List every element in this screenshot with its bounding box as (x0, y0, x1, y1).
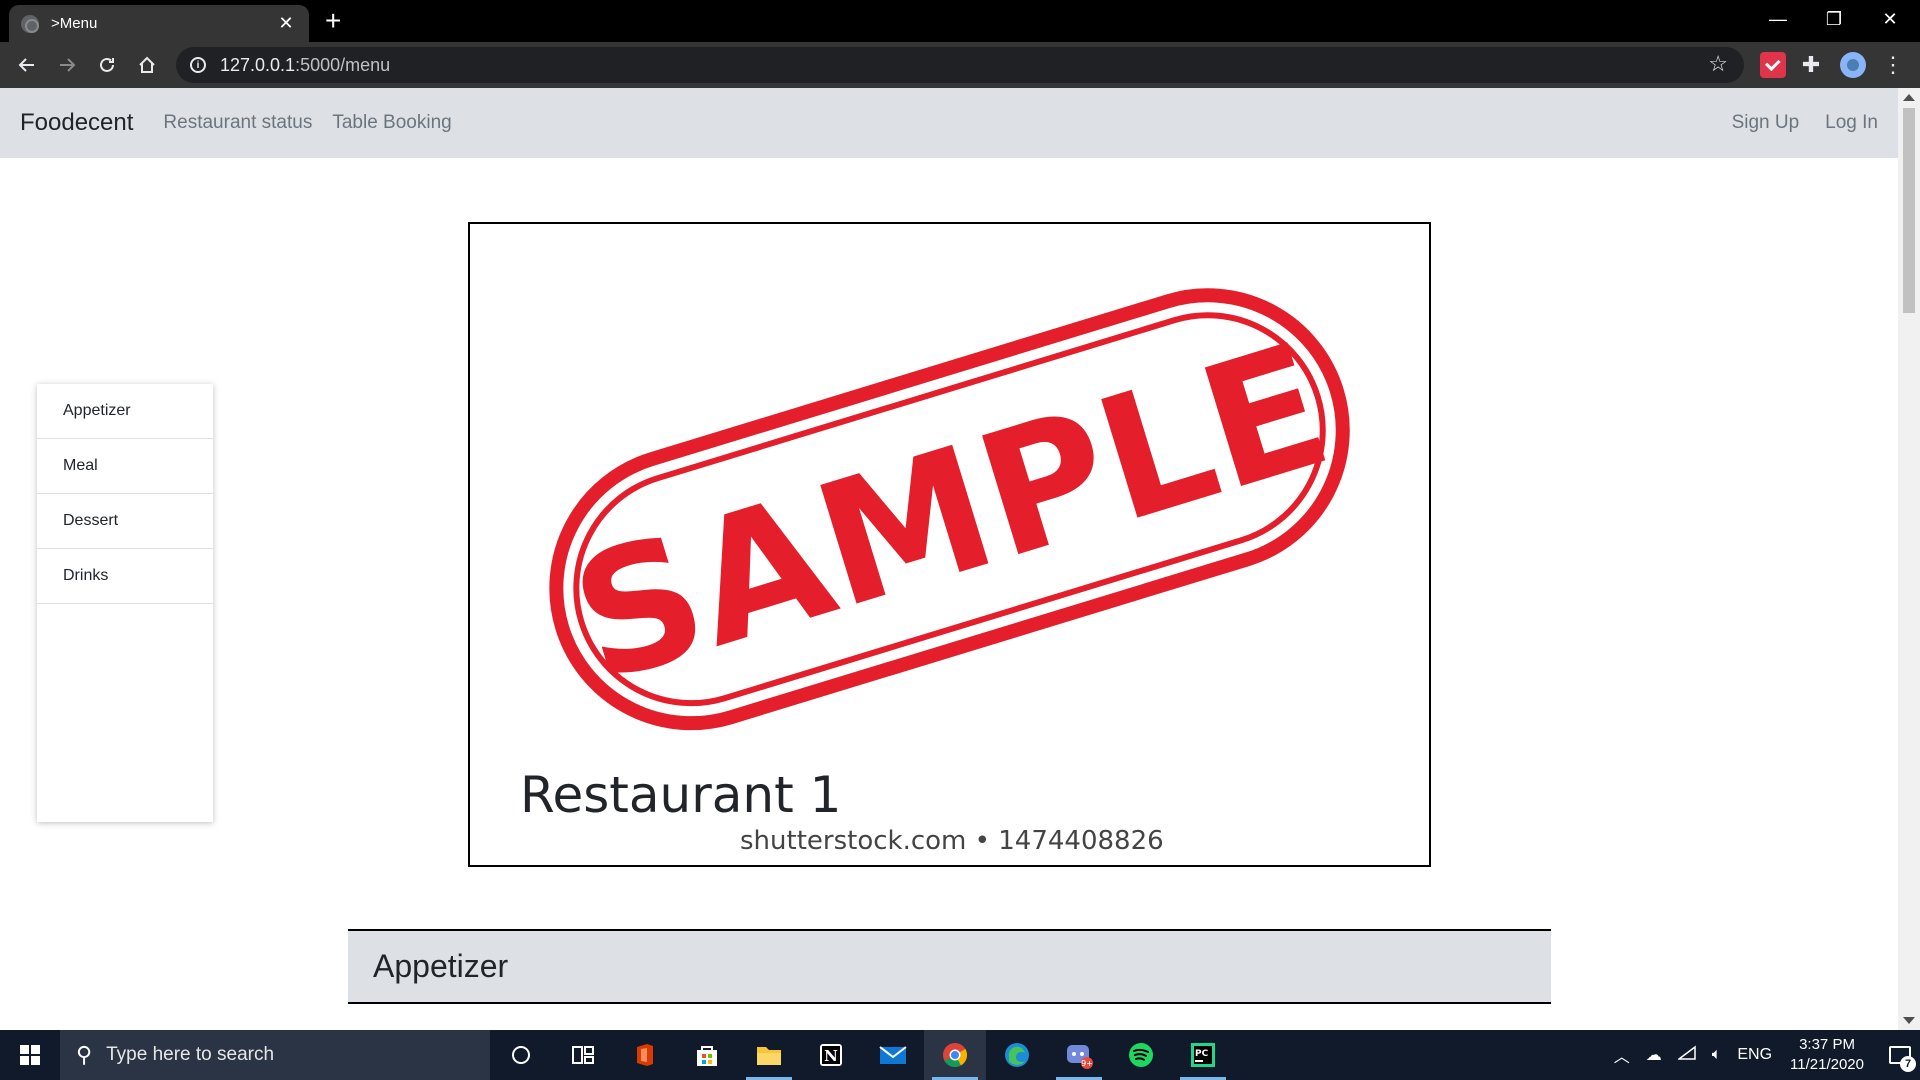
nav-auth-links: Sign Up Log In (1706, 112, 1878, 134)
scroll-up-icon[interactable] (1903, 94, 1915, 101)
language-indicator[interactable]: ENG (1737, 1046, 1772, 1064)
nav-table-booking[interactable]: Table Booking (332, 112, 451, 134)
windows-taskbar: ⚲ Type here to search N 9+ PC ︿ ☁ 🔈︎ ENG… (0, 1030, 1920, 1080)
spotify-icon[interactable] (1110, 1030, 1172, 1080)
windows-logo-icon (20, 1045, 40, 1065)
sidebar-item-meal[interactable]: Meal (37, 439, 213, 494)
onedrive-icon[interactable]: ☁ (1646, 1045, 1662, 1065)
chrome-icon[interactable] (924, 1030, 986, 1080)
globe-icon (21, 14, 39, 33)
search-icon: ⚲ (76, 1042, 93, 1067)
file-explorer-icon[interactable] (738, 1030, 800, 1080)
sample-stamp-image: SAMPLE (549, 288, 1350, 731)
clock[interactable]: 3:37 PM 11/21/2020 (1790, 1035, 1864, 1075)
discord-icon[interactable]: 9+ (1048, 1030, 1110, 1080)
close-window-button[interactable]: ✕ (1862, 0, 1918, 38)
page-scrollbar[interactable] (1898, 88, 1920, 1030)
notion-icon[interactable]: N (800, 1030, 862, 1080)
taskbar-search[interactable]: ⚲ Type here to search (60, 1030, 490, 1080)
menu-icon[interactable]: ⋮ (1880, 52, 1906, 78)
home-icon[interactable] (132, 50, 162, 80)
restore-button[interactable]: ❐ (1806, 0, 1862, 38)
restaurant-title: Restaurant 1 (520, 766, 842, 824)
tab-close-icon[interactable]: ✕ (275, 13, 297, 34)
new-tab-button[interactable]: + (325, 6, 341, 36)
restaurant-card: SAMPLE Restaurant 1 shutterstock.com • 1… (468, 222, 1431, 867)
puzzle-icon[interactable]: ✚ (1798, 52, 1824, 78)
appetizer-section-header: Appetizer (348, 929, 1551, 1004)
clock-date: 11/21/2020 (1790, 1056, 1864, 1073)
scroll-thumb[interactable] (1903, 108, 1915, 313)
reload-icon[interactable] (92, 50, 122, 80)
pycharm-icon[interactable]: PC (1172, 1030, 1234, 1080)
browser-tab[interactable]: >Menu ✕ (9, 5, 309, 42)
office-icon[interactable] (614, 1030, 676, 1080)
category-sidebar: Appetizer Meal Dessert Drinks (37, 384, 213, 822)
cortana-icon[interactable] (490, 1030, 552, 1080)
volume-icon[interactable]: 🔈︎ (1712, 1046, 1722, 1064)
star-icon[interactable]: ☆ (1708, 51, 1728, 77)
edge-icon[interactable] (986, 1030, 1048, 1080)
task-view-icon[interactable] (552, 1030, 614, 1080)
info-icon[interactable]: i (190, 57, 206, 73)
notification-center-icon[interactable]: 7 (1880, 1030, 1920, 1080)
chevron-up-icon[interactable]: ︿ (1614, 1043, 1630, 1067)
svg-text:PC: PC (1195, 1049, 1209, 1059)
nav-log-in[interactable]: Log In (1825, 112, 1878, 134)
sidebar-item-drinks[interactable]: Drinks (37, 549, 213, 604)
sidebar-item-appetizer[interactable]: Appetizer (37, 384, 213, 439)
tab-title: >Menu (51, 15, 98, 32)
nav-restaurant-status[interactable]: Restaurant status (163, 112, 312, 134)
notification-count: 7 (1900, 1056, 1916, 1072)
scroll-down-icon[interactable] (1903, 1017, 1915, 1024)
svg-text:N: N (824, 1047, 838, 1065)
address-bar[interactable]: i 127.0.0.1:5000/menu ☆ (176, 47, 1744, 83)
start-button[interactable] (0, 1030, 60, 1080)
image-watermark: shutterstock.com • 1474408826 (740, 826, 1164, 856)
mail-icon[interactable] (862, 1030, 924, 1080)
search-placeholder: Type here to search (106, 1044, 275, 1065)
section-title: Appetizer (373, 948, 509, 984)
svg-text:9+: 9+ (1081, 1059, 1093, 1068)
clock-time: 3:37 PM (1799, 1036, 1855, 1053)
sidebar-item-dessert[interactable]: Dessert (37, 494, 213, 549)
forward-icon[interactable] (52, 50, 82, 80)
browser-tab-strip: >Menu ✕ + — ❐ ✕ (0, 0, 1920, 42)
browser-toolbar: i 127.0.0.1:5000/menu ☆ ✚ ⋮ (0, 42, 1920, 88)
wifi-icon[interactable] (1676, 1045, 1696, 1066)
brand-link[interactable]: Foodecent (20, 109, 133, 137)
site-navbar: Foodecent Restaurant status Table Bookin… (0, 88, 1898, 158)
minimize-button[interactable]: — (1750, 0, 1806, 38)
store-icon[interactable] (676, 1030, 738, 1080)
pocket-icon[interactable] (1760, 52, 1786, 78)
system-tray: ︿ ☁ 🔈︎ ENG 3:37 PM 11/21/2020 7 (1606, 1030, 1920, 1080)
url-text: 127.0.0.1:5000/menu (220, 54, 391, 75)
back-icon[interactable] (12, 50, 42, 80)
nav-sign-up[interactable]: Sign Up (1732, 112, 1800, 134)
profile-icon[interactable] (1840, 52, 1866, 78)
